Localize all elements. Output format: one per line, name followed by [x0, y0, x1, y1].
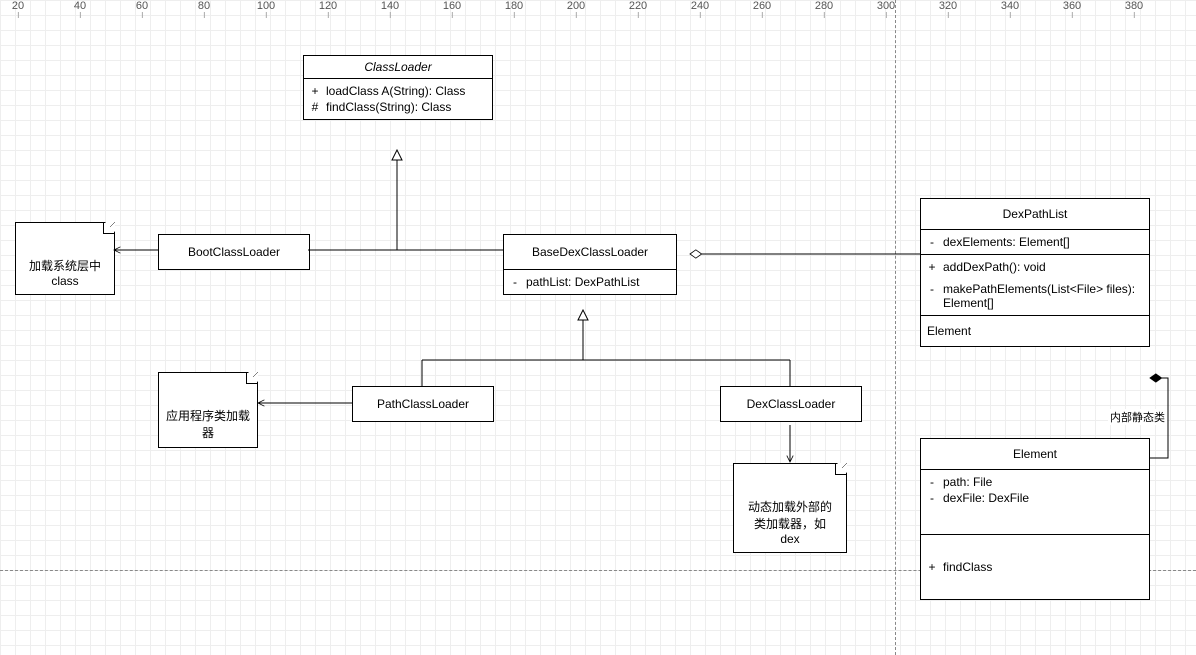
class-methods: +addDexPath(): void -makePathElements(Li…	[921, 255, 1149, 316]
class-dexclassloader[interactable]: DexClassLoader	[720, 386, 862, 422]
class-pathclassloader[interactable]: PathClassLoader	[352, 386, 494, 422]
class-dexpathlist[interactable]: DexPathList -dexElements: Element[] +add…	[920, 198, 1150, 347]
class-bootclassloader[interactable]: BootClassLoader	[158, 234, 310, 270]
class-attrs: -path: File -dexFile: DexFile	[921, 470, 1149, 535]
class-methods: +findClass	[921, 535, 1149, 599]
ruler-tick: 380	[1125, 0, 1143, 12]
ruler-tick: 340	[1001, 0, 1019, 12]
note-dex[interactable]: 动态加载外部的 类加载器，如 dex	[733, 463, 847, 553]
note-text: 应用程序类加载 器	[166, 409, 250, 440]
class-title: BootClassLoader	[159, 235, 309, 269]
class-basedexclassloader[interactable]: BaseDexClassLoader -pathList: DexPathLis…	[503, 234, 677, 295]
class-inner: Element	[921, 316, 1149, 346]
ruler-tick: 100	[257, 0, 275, 12]
ruler-tick: 180	[505, 0, 523, 12]
ruler-tick: 140	[381, 0, 399, 12]
ruler-tick: 320	[939, 0, 957, 12]
class-element[interactable]: Element -path: File -dexFile: DexFile +f…	[920, 438, 1150, 600]
ruler-tick: 260	[753, 0, 771, 12]
class-attrs: -pathList: DexPathList	[504, 270, 676, 294]
ruler-tick: 220	[629, 0, 647, 12]
class-title: BaseDexClassLoader	[504, 235, 676, 270]
ruler-tick: 300	[877, 0, 895, 12]
ruler-tick: 20	[12, 0, 24, 12]
ruler-tick: 160	[443, 0, 461, 12]
note-text: 加载系统层中 class	[29, 259, 101, 288]
horizontal-ruler: 20 40 60 80 100 120 140 160 180 200 220 …	[0, 0, 1196, 14]
ruler-tick: 240	[691, 0, 709, 12]
ruler-tick: 120	[319, 0, 337, 12]
class-classloader[interactable]: ClassLoader +loadClass A(String): Class …	[303, 55, 493, 120]
page-divider-vertical	[895, 0, 896, 655]
class-title: PathClassLoader	[353, 387, 493, 421]
class-title: Element	[921, 439, 1149, 470]
note-path[interactable]: 应用程序类加载 器	[158, 372, 258, 448]
ruler-tick: 60	[136, 0, 148, 12]
ruler-tick: 360	[1063, 0, 1081, 12]
class-methods: +loadClass A(String): Class #findClass(S…	[304, 79, 492, 119]
class-title: DexPathList	[921, 199, 1149, 230]
edge-label-inner-static: 内部静态类	[1108, 409, 1167, 425]
ruler-tick: 280	[815, 0, 833, 12]
ruler-tick: 200	[567, 0, 585, 12]
ruler-tick: 40	[74, 0, 86, 12]
class-title: DexClassLoader	[721, 387, 861, 421]
ruler-tick: 80	[198, 0, 210, 12]
class-attrs: -dexElements: Element[]	[921, 230, 1149, 255]
note-boot[interactable]: 加载系统层中 class	[15, 222, 115, 295]
class-title: ClassLoader	[304, 56, 492, 79]
note-text: 动态加载外部的 类加载器，如 dex	[748, 500, 832, 546]
